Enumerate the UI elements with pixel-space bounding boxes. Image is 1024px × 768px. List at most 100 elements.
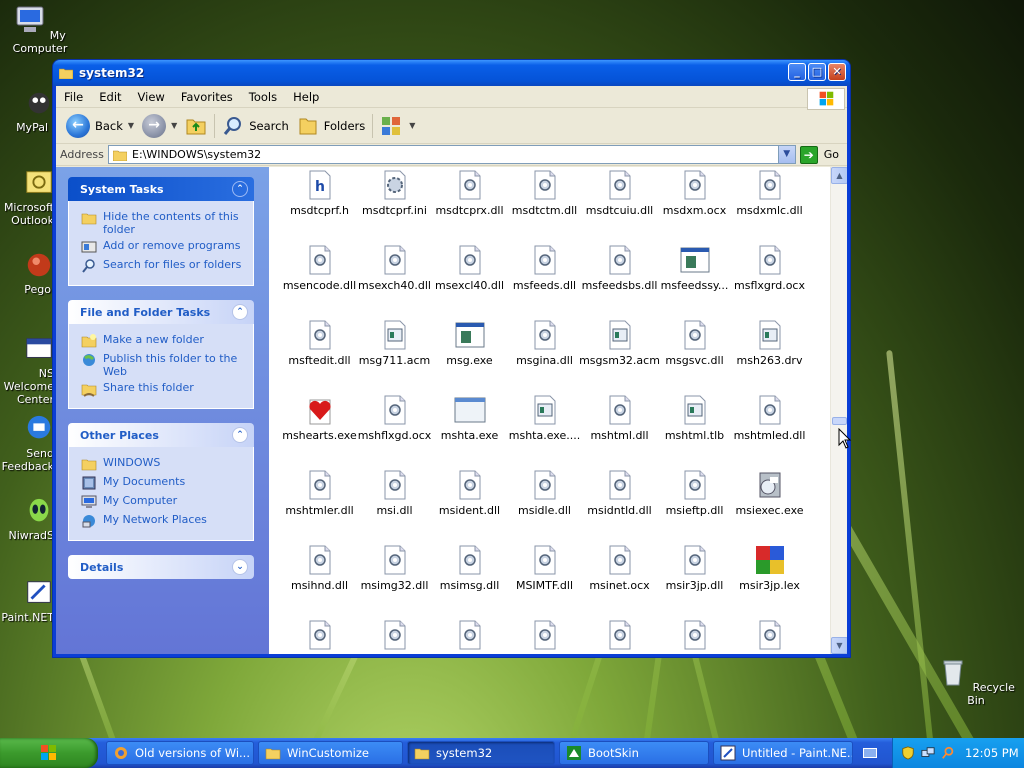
file-item[interactable]: mshearts.exe	[282, 392, 357, 467]
address-dropdown-button[interactable]: ▼	[777, 146, 795, 163]
task-new-folder[interactable]: Make a new folder	[81, 333, 247, 349]
file-item[interactable]: mshtmled.dll	[732, 392, 807, 467]
file-item[interactable]: msgina.dll	[507, 317, 582, 392]
file-item[interactable]: msgsm32.acm	[579, 317, 660, 392]
file-item[interactable]: msftedit.dll	[282, 317, 357, 392]
system-tasks-header[interactable]: System Tasks ⌃	[68, 177, 254, 201]
file-item[interactable]: MSIMTF.dll	[507, 542, 582, 617]
vertical-scrollbar[interactable]: ▲ ▼	[830, 167, 847, 654]
place-my-computer[interactable]: My Computer	[81, 494, 247, 510]
go-button[interactable]: ➔ Go	[796, 145, 847, 164]
file-item[interactable]: mshta.exe	[432, 392, 507, 467]
file-item[interactable]: msg711.acm	[357, 317, 432, 392]
file-item[interactable]: msidle.dll	[507, 467, 582, 542]
file-item[interactable]: msexcl40.dll	[432, 242, 507, 317]
file-item[interactable]: msflxgrd.ocx	[732, 242, 807, 317]
close-button[interactable]: ✕	[828, 63, 846, 81]
desktop-icon-my-computer[interactable]: My Computer	[0, 4, 80, 55]
forward-button[interactable]: → ▼	[138, 113, 181, 138]
other-places-header[interactable]: Other Places ⌃	[68, 423, 254, 447]
file-item[interactable]: msiexec.exe	[732, 467, 807, 542]
desktop-icon-ns-welcome[interactable]: NS Welcome Center	[0, 334, 54, 406]
scroll-down-button[interactable]: ▼	[831, 637, 847, 654]
file-folder-tasks-header[interactable]: File and Folder Tasks ⌃	[68, 300, 254, 324]
desktop-icon-paint-net[interactable]: Paint.NET	[0, 578, 54, 624]
scrollbar-thumb[interactable]	[832, 417, 847, 425]
file-item[interactable]	[657, 617, 732, 654]
file-item[interactable]: msexch40.dll	[357, 242, 432, 317]
menu-help[interactable]: Help	[285, 90, 327, 104]
file-item[interactable]	[432, 617, 507, 654]
file-item[interactable]: msdtcprx.dll	[432, 167, 507, 242]
file-item[interactable]: msimg32.dll	[357, 542, 432, 617]
security-shield-icon[interactable]	[901, 746, 915, 760]
collapse-icon[interactable]: ⌃	[232, 427, 248, 443]
file-item[interactable]	[507, 617, 582, 654]
file-item[interactable]: msfeeds.dll	[507, 242, 582, 317]
file-item[interactable]: msinet.ocx	[582, 542, 657, 617]
file-item[interactable]: mshta.exe....	[507, 392, 582, 467]
task-add-remove-programs[interactable]: Add or remove programs	[81, 239, 247, 255]
menu-file[interactable]: File	[56, 90, 91, 104]
scroll-up-button[interactable]: ▲	[831, 167, 847, 184]
views-button[interactable]: ▼	[376, 115, 419, 137]
file-item[interactable]: msgsvc.dll	[657, 317, 732, 392]
address-input[interactable]: E:\WINDOWS\system32 ▼	[108, 145, 796, 164]
magnifier-icon[interactable]	[941, 746, 955, 760]
file-item[interactable]: msfeedsbs.dll	[582, 242, 657, 317]
place-my-network-places[interactable]: My Network Places	[81, 513, 247, 529]
folders-button[interactable]: Folders	[293, 115, 370, 137]
desktop-icon-pegol[interactable]: Pegol	[0, 250, 54, 296]
file-item[interactable]: msdtcuiu.dll	[582, 167, 657, 242]
file-item[interactable]	[582, 617, 657, 654]
desktop-icon-send-feedback[interactable]: Send Feedback	[0, 414, 54, 473]
desktop-icon-outlook[interactable]: Microsoft Outlook	[0, 168, 54, 227]
file-item[interactable]: msihnd.dll	[282, 542, 357, 617]
task-hide-contents[interactable]: Hide the contents of this folder	[81, 210, 247, 236]
file-item[interactable]: mshtml.dll	[582, 392, 657, 467]
minimize-button[interactable]: _	[788, 63, 806, 81]
place-windows[interactable]: WINDOWS	[81, 456, 247, 472]
taskbar-item-bootskin[interactable]: BootSkin	[559, 741, 709, 765]
file-item[interactable]: msdxmlc.dll	[732, 167, 807, 242]
file-item[interactable]: h msdtcprf.h	[282, 167, 357, 242]
menu-view[interactable]: View	[130, 90, 173, 104]
file-item[interactable]: msident.dll	[432, 467, 507, 542]
file-item[interactable]	[357, 617, 432, 654]
file-item[interactable]: msh263.drv	[732, 317, 807, 392]
taskbar-item-system32[interactable]: system32	[407, 741, 555, 765]
menu-tools[interactable]: Tools	[241, 90, 285, 104]
clock[interactable]: 12:05 PM	[965, 746, 1019, 760]
task-publish-web[interactable]: Publish this folder to the Web	[81, 352, 247, 378]
network-icon[interactable]	[921, 746, 935, 760]
back-button[interactable]: ← Back ▼	[62, 113, 138, 138]
file-item[interactable]: msg.exe	[432, 317, 507, 392]
collapse-icon[interactable]: ⌃	[232, 181, 248, 197]
file-item[interactable]: msir3jp.dll	[657, 542, 732, 617]
up-folder-button[interactable]	[181, 115, 211, 137]
file-item[interactable]	[282, 617, 357, 654]
desktop-icon-mypal[interactable]: MyPal	[0, 88, 54, 134]
taskbar-item-wincustomize[interactable]: WinCustomize	[258, 741, 403, 765]
file-item[interactable]: msi.dll	[357, 467, 432, 542]
title-bar[interactable]: system32 _ □ ✕	[53, 60, 850, 86]
file-item[interactable]: mshtml.tlb	[657, 392, 732, 467]
desktop-icon-niwradsoft[interactable]: NiwradS	[0, 496, 54, 542]
start-button[interactable]	[0, 738, 98, 768]
file-item[interactable]	[732, 617, 807, 654]
file-item[interactable]: msencode.dll	[282, 242, 357, 317]
taskbar-item-old-versions[interactable]: Old versions of Wi...	[106, 741, 254, 765]
file-item[interactable]: msimsg.dll	[432, 542, 507, 617]
expand-icon[interactable]: ⌄	[232, 559, 248, 575]
keyboard-icon[interactable]	[863, 748, 877, 758]
file-item[interactable]: mshflxgd.ocx	[357, 392, 432, 467]
details-header[interactable]: Details ⌄	[68, 555, 254, 579]
place-my-documents[interactable]: My Documents	[81, 475, 247, 491]
desktop-icon-recycle-bin[interactable]: Recycle Bin	[936, 656, 1016, 707]
maximize-button[interactable]: □	[808, 63, 826, 81]
file-item[interactable]: msdxm.ocx	[657, 167, 732, 242]
task-search-files[interactable]: Search for files or folders	[81, 258, 247, 274]
file-item[interactable]: msdtctm.dll	[507, 167, 582, 242]
file-item[interactable]: msfeedssy...	[657, 242, 732, 317]
task-share-folder[interactable]: Share this folder	[81, 381, 247, 397]
